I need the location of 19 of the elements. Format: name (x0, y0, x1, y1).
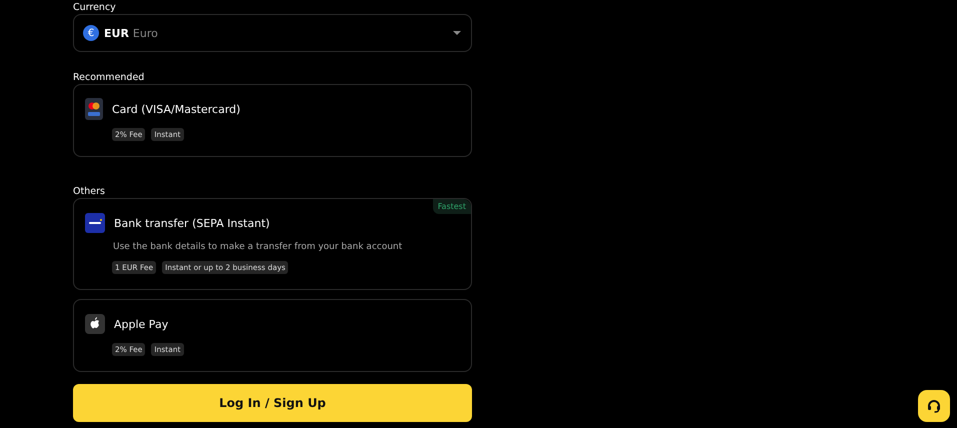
caret-icon (453, 31, 461, 35)
section-title: Others (73, 186, 106, 198)
euro-coin-icon: € (83, 25, 99, 41)
login-button[interactable]: Log In / Sign Up (73, 384, 472, 422)
method-description: Use the bank details to make a transfer from your bank account (113, 242, 404, 252)
field-label: Currency (73, 2, 117, 14)
currency-dropdown[interactable]: € EUR Euro (73, 14, 472, 52)
apple-icon (85, 314, 105, 334)
support-button[interactable] (918, 390, 950, 422)
method-name: Card (VISA/Mastercard) (112, 102, 240, 116)
method-name: Bank transfer (SEPA Instant) (114, 216, 270, 230)
currency-name: Euro (132, 26, 158, 40)
section-title: Recommended (73, 72, 146, 84)
method-name: Apple Pay (114, 318, 168, 330)
card-icon (85, 98, 103, 120)
currency-code: EUR (104, 26, 129, 40)
headset-icon (926, 398, 942, 414)
fastest-badge: Fastest (432, 199, 471, 214)
bank-icon (85, 213, 105, 233)
